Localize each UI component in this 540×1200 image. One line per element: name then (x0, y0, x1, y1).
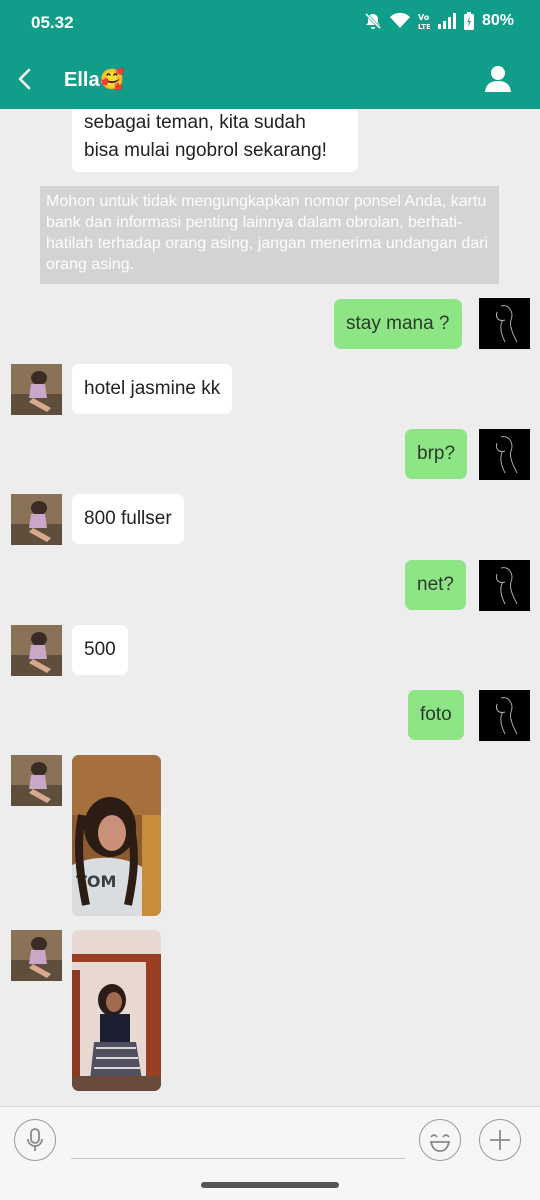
my-avatar-image (496, 697, 518, 735)
battery-icon (463, 12, 474, 30)
message-text-line: bisa mulai ngobrol sekarang! (84, 140, 327, 161)
status-time: 05.32 (31, 13, 74, 32)
my-avatar[interactable] (479, 429, 530, 480)
status-icons: Vo LTE 80% (364, 12, 514, 30)
message-bubble-outgoing[interactable]: brp? (405, 429, 468, 479)
message-input[interactable] (71, 1121, 405, 1159)
message-bubble-incoming[interactable]: hotel jasmine kk (72, 364, 233, 414)
message-bubble-outgoing[interactable]: stay mana ? (334, 299, 462, 349)
wifi-icon (389, 13, 410, 28)
contact-avatar-image (11, 494, 62, 545)
message-bubble-outgoing[interactable]: net? (405, 560, 466, 610)
message-text-line: sebagai teman, kita sudah (84, 112, 306, 133)
contact-avatar-image (11, 755, 62, 806)
contact-avatar-image (11, 364, 62, 415)
chat-title: Ella🥰 (64, 67, 124, 92)
contact-emoji: 🥰 (99, 69, 125, 91)
my-avatar[interactable] (479, 298, 530, 349)
contact-avatar[interactable] (11, 930, 62, 981)
svg-text:LTE: LTE (418, 23, 430, 30)
message-bubble-incoming[interactable]: sebagai teman, kita sudah bisa mulai ngo… (72, 100, 358, 172)
my-avatar-image (496, 567, 518, 605)
person-icon (485, 66, 511, 92)
selfie-photo: TOM (72, 755, 161, 916)
app-header: 05.32 Vo LTE 80% Ella🥰 (0, 0, 540, 109)
add-button[interactable] (479, 1119, 521, 1161)
message-bubble-outgoing[interactable]: foto (408, 690, 464, 740)
svg-text:Vo: Vo (418, 13, 430, 22)
microphone-icon (27, 1128, 43, 1151)
image-message[interactable]: TOM (72, 755, 161, 916)
volte-icon: Vo LTE (418, 13, 430, 30)
safety-notice: Mohon untuk tidak mengungkapkan nomor po… (40, 186, 499, 284)
plus-icon (490, 1130, 510, 1150)
smiley-icon (429, 1134, 451, 1152)
contact-name: Ella (64, 69, 100, 91)
back-arrow-icon (18, 68, 31, 90)
mirror-selfie-photo (72, 930, 161, 1091)
back-button[interactable] (10, 62, 40, 96)
gesture-home-bar[interactable] (201, 1182, 339, 1188)
my-avatar-image (496, 436, 518, 474)
contact-avatar[interactable] (11, 755, 62, 806)
contact-avatar[interactable] (11, 494, 62, 545)
image-message[interactable] (72, 930, 161, 1091)
message-bubble-incoming[interactable]: 500 (72, 625, 128, 675)
mute-bell-icon (364, 12, 382, 30)
battery-percent: 80% (481, 12, 514, 29)
my-avatar[interactable] (479, 560, 530, 611)
contact-avatar[interactable] (11, 364, 62, 415)
my-avatar[interactable] (479, 690, 530, 741)
contact-avatar[interactable] (11, 625, 62, 676)
contact-avatar-image (11, 930, 62, 981)
voice-button[interactable] (14, 1119, 56, 1161)
my-avatar-image (496, 305, 518, 343)
profile-button[interactable] (484, 64, 512, 94)
signal-icon (437, 13, 456, 29)
contact-avatar-image (11, 625, 62, 676)
emoji-button[interactable] (419, 1119, 461, 1161)
message-bubble-incoming[interactable]: 800 fullser (72, 494, 184, 544)
